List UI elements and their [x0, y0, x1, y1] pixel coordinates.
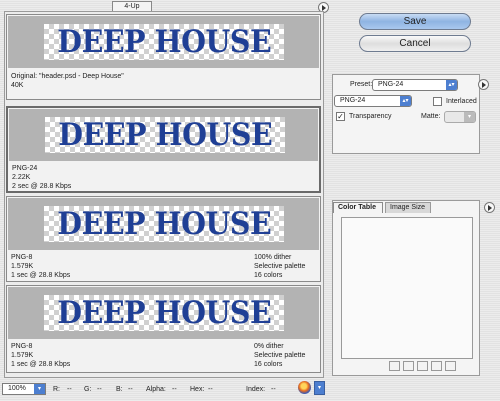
banner-text: DEEP HOUSE	[57, 23, 271, 60]
preview-image: DEEP HOUSE	[8, 198, 319, 250]
info-line: 2.22K	[12, 174, 31, 181]
preview-original[interactable]: DEEP HOUSE Original: "header.psd - Deep …	[6, 14, 321, 100]
info-line: 1.579K	[11, 263, 34, 270]
alpha-value: --	[172, 386, 177, 393]
info-line: PNG-24	[12, 165, 38, 172]
index-label: Index:	[246, 386, 266, 393]
info-line: 16 colors	[254, 272, 283, 279]
info-line: PNG-8	[11, 343, 33, 350]
cancel-button[interactable]: Cancel	[359, 35, 471, 52]
transparency-checkbox[interactable]: ✓	[336, 112, 345, 121]
info-line: 1.579K	[11, 352, 34, 359]
preview-info: Original: "header.psd - Deep House" 40K	[11, 72, 124, 90]
g-label: G:	[84, 386, 92, 393]
color-table-menu-icon[interactable]	[484, 202, 495, 213]
tab-image-size[interactable]: Image Size	[385, 202, 431, 213]
info-line: 1 sec @ 28.8 Kbps	[11, 272, 71, 279]
info-line: Selective palette	[254, 352, 306, 359]
zoom-value: 100%	[8, 385, 26, 392]
preview-info: PNG-8 1.579K 1 sec @ 28.8 Kbps	[11, 253, 70, 280]
zoom-select[interactable]: 100% ▾	[2, 383, 46, 395]
banner-text: DEEP HOUSE	[57, 205, 271, 242]
info-line: 16 colors	[254, 361, 283, 368]
preview-image: DEEP HOUSE	[9, 109, 318, 161]
chevron-down-icon: ▾	[464, 112, 475, 122]
b-value: --	[128, 386, 133, 393]
preset-label: Preset:	[350, 81, 373, 88]
banner-image: DEEP HOUSE	[45, 117, 285, 153]
banner-text: DEEP HOUSE	[58, 116, 272, 153]
settings-menu-icon[interactable]	[478, 79, 489, 90]
matte-label: Matte:	[421, 113, 441, 120]
info-line: PNG-8	[11, 254, 33, 261]
tab-color-table[interactable]: Color Table	[333, 202, 383, 213]
banner-image: DEEP HOUSE	[44, 295, 284, 331]
tab-4-up-label: 4-Up	[124, 3, 140, 10]
r-label: R:	[53, 386, 60, 393]
save-button[interactable]: Save	[359, 13, 471, 30]
info-line: 1 sec @ 28.8 Kbps	[11, 361, 71, 368]
web-snap-icon[interactable]	[403, 361, 414, 371]
preview-png8-nodither[interactable]: DEEP HOUSE PNG-8 1.579K 1 sec @ 28.8 Kbp…	[6, 285, 321, 373]
info-line: Original: "header.psd - Deep House"	[11, 73, 124, 80]
new-color-icon[interactable]	[431, 361, 442, 371]
chevron-down-icon: ▾	[317, 385, 321, 391]
info-line: 100% dither	[254, 254, 292, 261]
interlaced-label: Interlaced	[446, 98, 477, 105]
preview-image: DEEP HOUSE	[8, 16, 319, 68]
preview-png8-dither[interactable]: DEEP HOUSE PNG-8 1.579K 1 sec @ 28.8 Kbp…	[6, 196, 321, 282]
info-line: 2 sec @ 28.8 Kbps	[12, 183, 72, 190]
chevron-down-icon: ▾	[34, 384, 45, 394]
browser-menu-button[interactable]: ▾	[314, 381, 325, 395]
preview-image: DEEP HOUSE	[8, 287, 319, 339]
preset-select[interactable]: PNG-24 ▴▾	[372, 79, 458, 91]
tab-image-size-label: Image Size	[390, 204, 426, 211]
info-line: Selective palette	[254, 263, 306, 270]
map-color-icon[interactable]	[389, 361, 400, 371]
info-line: 40K	[11, 82, 24, 89]
banner-text: DEEP HOUSE	[57, 294, 271, 331]
color-table-swatches	[341, 217, 473, 359]
banner-image: DEEP HOUSE	[44, 24, 284, 60]
info-line: 0% dither	[254, 343, 284, 350]
preview-optimization-info: 0% dither Selective palette 16 colors	[254, 342, 305, 369]
alpha-label: Alpha:	[146, 386, 166, 393]
format-value: PNG-24	[340, 97, 366, 104]
preview-png24[interactable]: DEEP HOUSE PNG-24 2.22K 2 sec @ 28.8 Kbp…	[6, 106, 321, 193]
hex-value: --	[208, 386, 213, 393]
preset-value: PNG-24	[378, 81, 404, 88]
preview-info: PNG-24 2.22K 2 sec @ 28.8 Kbps	[12, 164, 71, 191]
preview-info: PNG-8 1.579K 1 sec @ 28.8 Kbps	[11, 342, 70, 369]
browser-preview-icon[interactable]	[298, 381, 311, 394]
interlaced-checkbox[interactable]	[433, 97, 442, 106]
b-label: B:	[116, 386, 123, 393]
chevron-updown-icon: ▴▾	[400, 96, 411, 106]
g-value: --	[97, 386, 102, 393]
hex-label: Hex:	[190, 386, 205, 393]
lock-color-icon[interactable]	[417, 361, 428, 371]
preview-optimization-info: 100% dither Selective palette 16 colors	[254, 253, 305, 280]
format-select[interactable]: PNG-24 ▴▾	[334, 95, 412, 107]
matte-select[interactable]: ▾	[444, 111, 476, 123]
chevron-updown-icon: ▴▾	[446, 80, 457, 90]
r-value: --	[67, 386, 72, 393]
delete-color-icon[interactable]	[445, 361, 456, 371]
tab-color-table-label: Color Table	[338, 204, 376, 211]
banner-image: DEEP HOUSE	[44, 206, 284, 242]
transparency-label: Transparency	[349, 113, 392, 120]
index-value: --	[271, 386, 276, 393]
